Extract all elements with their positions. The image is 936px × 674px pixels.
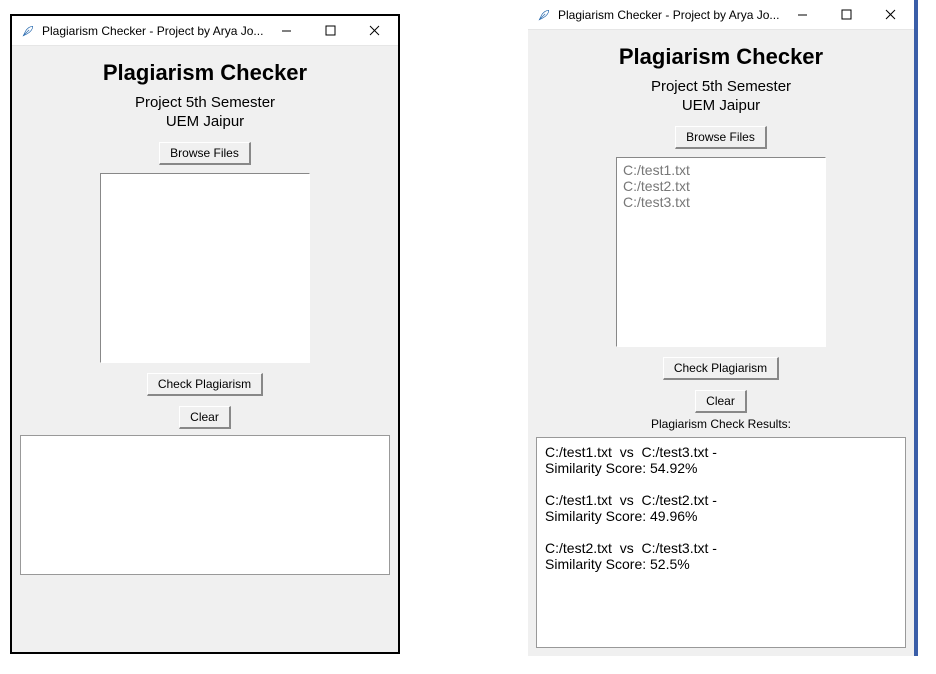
subtitle-line2: UEM Jaipur	[166, 113, 244, 130]
check-plagiarism-button[interactable]: Check Plagiarism	[147, 373, 263, 396]
file-list-textbox[interactable]: C:/test1.txt C:/test2.txt C:/test3.txt	[616, 157, 826, 347]
titlebar: Plagiarism Checker - Project by Arya Jo.…	[528, 0, 914, 30]
app-window-results: Plagiarism Checker - Project by Arya Jo.…	[528, 0, 918, 656]
minimize-button[interactable]	[780, 1, 824, 29]
results-textbox[interactable]	[20, 435, 390, 575]
check-plagiarism-button[interactable]: Check Plagiarism	[663, 357, 779, 380]
results-label: Plagiarism Check Results:	[651, 417, 791, 431]
window-title: Plagiarism Checker - Project by Arya Jo.…	[558, 8, 779, 22]
browse-files-button[interactable]: Browse Files	[675, 126, 767, 149]
close-button[interactable]	[868, 1, 912, 29]
titlebar: Plagiarism Checker - Project by Arya Jo.…	[12, 16, 398, 46]
app-subtitle: Project 5th Semester UEM Jaipur	[651, 78, 791, 116]
client-area: Plagiarism Checker Project 5th Semester …	[12, 46, 398, 652]
browse-files-button[interactable]: Browse Files	[159, 142, 251, 165]
app-title: Plagiarism Checker	[619, 44, 823, 70]
file-list-textbox[interactable]	[100, 173, 310, 363]
clear-button[interactable]: Clear	[695, 390, 747, 413]
clear-button[interactable]: Clear	[179, 406, 231, 429]
feather-icon	[20, 23, 36, 39]
window-title: Plagiarism Checker - Project by Arya Jo.…	[42, 24, 263, 38]
app-window-initial: Plagiarism Checker - Project by Arya Jo.…	[10, 14, 400, 654]
subtitle-line1: Project 5th Semester	[135, 94, 275, 111]
maximize-button[interactable]	[308, 17, 352, 45]
app-title: Plagiarism Checker	[103, 60, 307, 86]
client-area: Plagiarism Checker Project 5th Semester …	[528, 30, 914, 656]
app-subtitle: Project 5th Semester UEM Jaipur	[135, 94, 275, 132]
maximize-button[interactable]	[824, 1, 868, 29]
minimize-button[interactable]	[264, 17, 308, 45]
close-button[interactable]	[352, 17, 396, 45]
subtitle-line1: Project 5th Semester	[651, 78, 791, 95]
feather-icon	[536, 7, 552, 23]
results-textbox[interactable]: C:/test1.txt vs C:/test3.txt - Similarit…	[536, 437, 906, 649]
subtitle-line2: UEM Jaipur	[682, 97, 760, 114]
